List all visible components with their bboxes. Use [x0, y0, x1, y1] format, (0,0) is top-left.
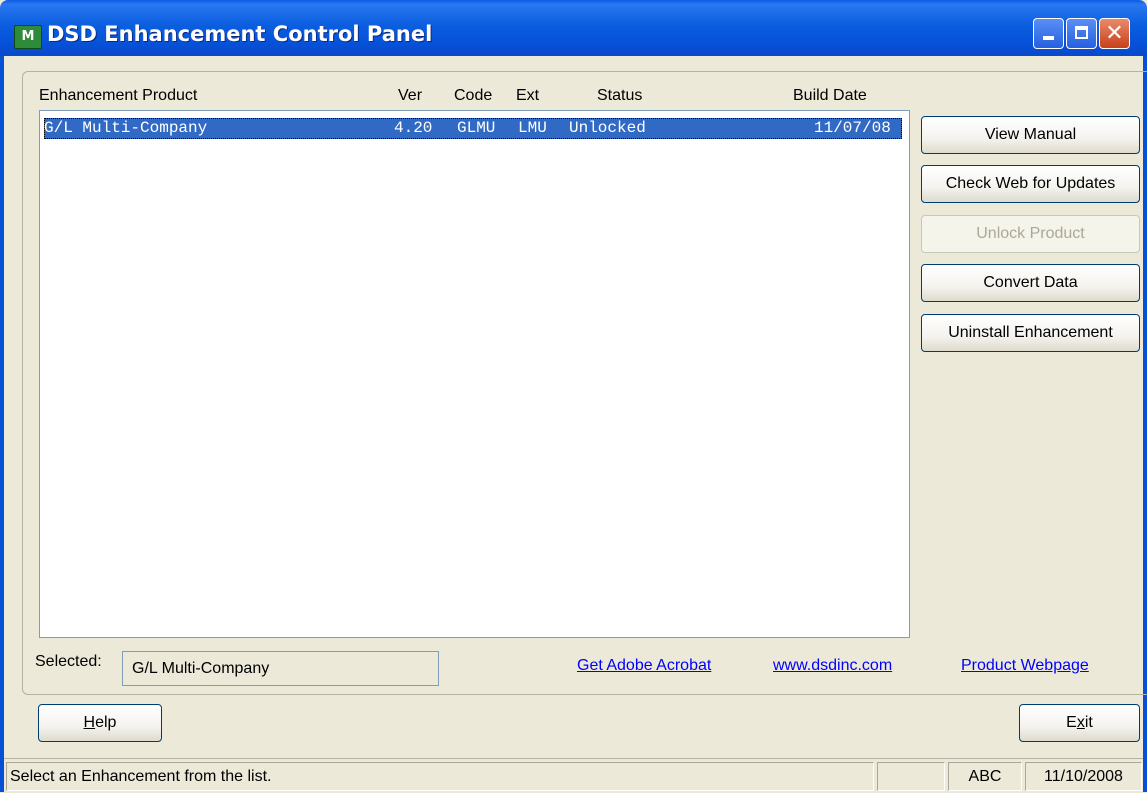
status-panel-empty	[877, 762, 945, 791]
help-button-rest: elp	[95, 714, 117, 731]
row-status: Unlocked	[569, 119, 646, 137]
row-ext: LMU	[518, 119, 547, 137]
row-product: G/L Multi-Company	[44, 119, 208, 137]
status-date: 11/10/2008	[1025, 762, 1142, 791]
selected-label: Selected:	[35, 653, 102, 670]
exit-button-rest: it	[1084, 714, 1093, 731]
column-header-code: Code	[454, 87, 493, 104]
row-ver: 4.20	[394, 119, 433, 137]
help-button-hotkey: H	[83, 714, 96, 731]
selected-field: G/L Multi-Company	[122, 651, 439, 686]
row-code: GLMU	[457, 119, 496, 137]
check-web-updates-button[interactable]: Check Web for Updates	[921, 165, 1140, 203]
status-keyboard: ABC	[948, 762, 1022, 791]
product-webpage-link[interactable]: Product Webpage	[961, 657, 1089, 675]
row-build-date: 11/07/08	[814, 119, 891, 137]
window-title: DSD Enhancement Control Panel	[47, 22, 433, 46]
exit-button-pre: E	[1066, 714, 1077, 731]
get-adobe-acrobat-link[interactable]: Get Adobe Acrobat	[577, 657, 711, 675]
help-button[interactable]: Help	[38, 704, 162, 742]
column-header-status: Status	[597, 87, 643, 104]
maximize-button[interactable]	[1066, 18, 1097, 49]
minimize-button[interactable]	[1033, 18, 1064, 49]
column-header-ver: Ver	[398, 87, 423, 104]
column-header-product: Enhancement Product	[39, 87, 198, 104]
close-icon: ✕	[1105, 21, 1124, 46]
close-button[interactable]: ✕	[1099, 18, 1130, 49]
window-frame-left	[0, 56, 4, 792]
view-manual-button[interactable]: View Manual	[921, 116, 1140, 154]
column-header-build-date: Build Date	[793, 87, 867, 104]
column-header-ext: Ext	[516, 87, 540, 104]
uninstall-enhancement-button[interactable]: Uninstall Enhancement	[921, 314, 1140, 352]
dsdinc-website-link[interactable]: www.dsdinc.com	[773, 657, 892, 675]
title-bar[interactable]: M DSD Enhancement Control Panel ✕	[0, 0, 1147, 56]
convert-data-button[interactable]: Convert Data	[921, 264, 1140, 302]
unlock-product-button[interactable]: Unlock Product	[921, 215, 1140, 253]
status-bar: Select an Enhancement from the list. ABC…	[4, 758, 1143, 793]
status-message: Select an Enhancement from the list.	[6, 762, 874, 791]
app-m-icon[interactable]: M	[14, 25, 42, 49]
enhancement-list[interactable]: G/L Multi-Company 4.20 GLMU LMU Unlocked…	[39, 110, 910, 638]
exit-button-hotkey: x	[1076, 714, 1085, 731]
list-row-selected[interactable]: G/L Multi-Company 4.20 GLMU LMU Unlocked…	[44, 118, 902, 139]
exit-button[interactable]: Exit	[1019, 704, 1140, 742]
